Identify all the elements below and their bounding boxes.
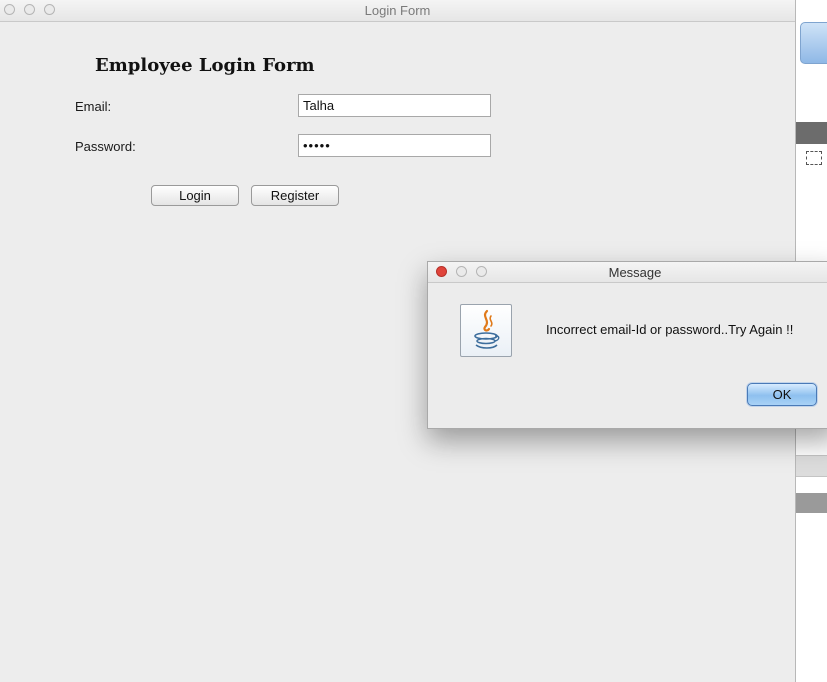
java-icon: [460, 304, 512, 357]
background-app-button: [800, 22, 827, 64]
message-dialog: Message Incorrect email-Id or password..…: [427, 261, 827, 429]
window-title: Login Form: [364, 3, 431, 18]
password-field[interactable]: •••••: [298, 134, 491, 157]
background-app-divider: [796, 455, 827, 477]
register-button[interactable]: Register: [251, 185, 339, 206]
dialog-message: Incorrect email-Id or password..Try Agai…: [546, 322, 794, 337]
email-label: Email:: [75, 99, 112, 114]
dialog-title: Message: [608, 265, 662, 280]
background-app-panel-header: [796, 493, 827, 513]
login-button[interactable]: Login: [151, 185, 239, 206]
password-label: Password:: [75, 139, 136, 154]
main-titlebar: Login Form: [0, 0, 795, 22]
background-app-toolbar: [796, 122, 827, 144]
selection-tool-icon: [806, 151, 822, 165]
email-field[interactable]: Talha: [298, 94, 491, 117]
ok-button[interactable]: OK: [747, 383, 817, 406]
dialog-titlebar: Message: [428, 262, 827, 283]
form-heading: Employee Login Form: [95, 55, 315, 76]
